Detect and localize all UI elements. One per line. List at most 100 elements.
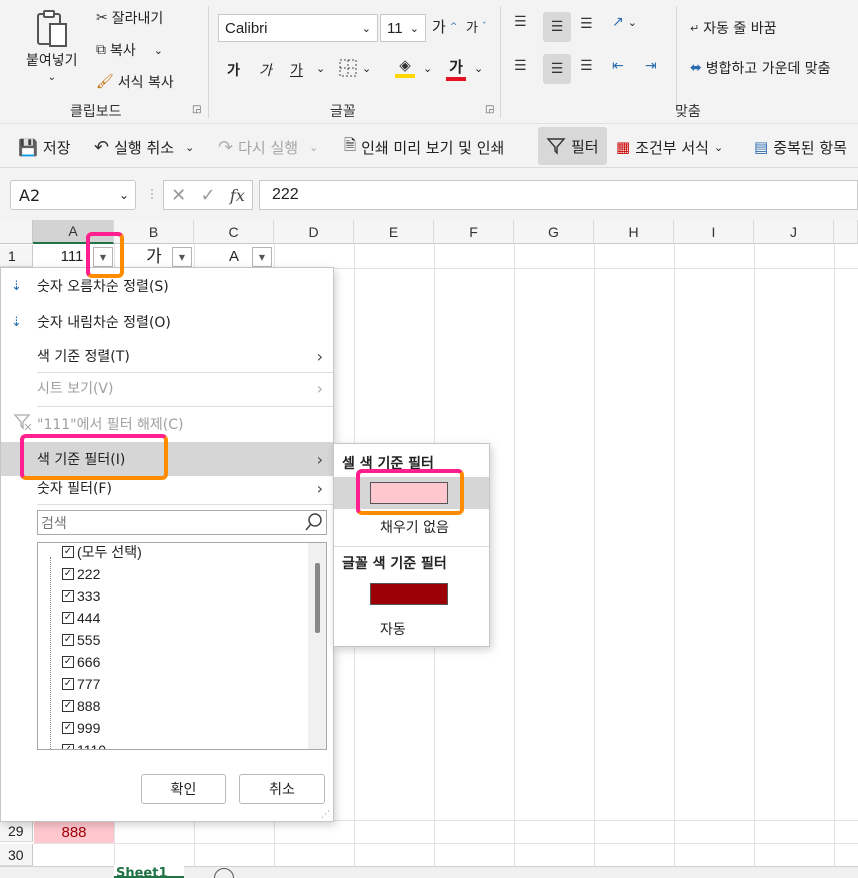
cell-a29[interactable]: 888 [34,821,114,843]
ok-button[interactable]: 확인 [141,774,226,804]
cell-b1[interactable]: 가 [140,243,168,266]
duplicates-button[interactable]: ▤ 중복된 항목 [754,132,847,162]
checkbox[interactable]: ✓ [62,634,74,646]
fill-color-button[interactable]: ◈ [395,56,415,78]
checkbox[interactable]: ✓ [62,744,74,749]
copy-icon: ⧉ [96,42,106,58]
sheet-tab[interactable]: Sheet1 [114,866,184,878]
sort-by-color-item[interactable]: 색 기준 정렬(T) › [1,340,333,372]
resize-grip-icon[interactable]: ⋰ [321,810,330,820]
merge-center-button[interactable]: ⬌ 병합하고 가운데 맞춤 [690,58,831,78]
list-item[interactable]: ✓ 444 [62,607,100,629]
align-center-button[interactable]: ☰ [543,54,571,84]
align-left-button[interactable]: ☰ [514,58,527,74]
font-name-select[interactable]: Calibri ⌄ [218,14,378,42]
select-all-corner[interactable] [0,220,33,244]
align-top-button[interactable]: ☰ [514,14,527,30]
checkbox[interactable]: ✓ [62,590,74,602]
column-header-b[interactable]: B [114,220,194,244]
chevron-down-icon[interactable]: ⌄ [154,44,163,57]
insert-function-icon[interactable]: fx [230,186,245,205]
scrollbar-thumb[interactable] [315,563,320,633]
checkbox[interactable]: ✓ [62,656,74,668]
list-item[interactable]: ✓ 777 [62,673,100,695]
column-header-c[interactable]: C [194,220,274,244]
chevron-down-icon[interactable]: ⌄ [185,141,194,154]
chevron-down-icon: ⌄ [409,22,419,35]
row-header-1[interactable]: 1 [0,245,33,267]
formula-input[interactable]: 222 [259,180,858,210]
align-middle-button[interactable]: ☰ [543,12,571,42]
underline-dropdown[interactable]: ⌄ [316,62,325,75]
filter-dropdown-c[interactable]: ▼ [252,247,272,267]
column-header-f[interactable]: F [434,220,514,244]
cancel-icon[interactable]: ✕ [171,185,186,206]
sort-ascending-item[interactable]: ⇣ 숫자 오름차순 정렬(S) [1,270,333,302]
font-color-button[interactable]: 가 [446,56,466,81]
save-button[interactable]: 💾 저장 [18,132,71,162]
column-header-k[interactable] [834,220,858,244]
list-item[interactable]: ✓ 333 [62,585,100,607]
list-scrollbar[interactable] [308,543,326,749]
print-preview-button[interactable]: 🗎 인쇄 미리 보기 및 인쇄 [344,132,504,162]
italic-button[interactable]: 가 [259,60,272,80]
font-color-dropdown[interactable]: ⌄ [474,62,483,75]
list-item[interactable]: ✓ 222 [62,563,100,585]
orientation-button[interactable]: ↗ ⌄ [612,14,637,30]
checkbox[interactable]: ✓ [62,568,74,580]
dialog-launcher-icon[interactable]: ◲ [192,104,201,115]
checkbox[interactable]: ✓ [62,678,74,690]
cell-c1[interactable]: A [218,245,250,267]
column-header-d[interactable]: D [274,220,354,244]
list-item[interactable]: ✓ 888 [62,695,100,717]
checkbox[interactable]: ✓ [62,612,74,624]
align-bottom-button[interactable]: ☰ [580,16,593,32]
format-painter-button[interactable]: 🖌 서식 복사 [96,72,174,92]
decrease-font-button[interactable]: 가ˇ [466,17,486,36]
fill-color-dropdown[interactable]: ⌄ [423,62,432,75]
sort-descending-item[interactable]: ⇣ 숫자 내림차순 정렬(O) [1,306,333,338]
align-right-button[interactable]: ☰ [580,58,593,74]
cancel-button[interactable]: 취소 [239,774,325,804]
wrap-text-button[interactable]: ↵ 자동 줄 바꿈 [690,18,777,38]
copy-button[interactable]: ⧉ 복사 ⌄ [96,40,163,60]
list-item[interactable]: ✓ 1110 [62,739,106,749]
name-box[interactable]: A2 ⌄ [10,180,136,210]
no-fill-option[interactable]: 채우기 없음 [380,517,449,537]
column-header-j[interactable]: J [754,220,834,244]
redo-button[interactable]: ↷ 다시 실행 ⌄ [218,132,318,162]
increase-indent-button[interactable]: ⇥ [645,58,657,74]
list-item[interactable]: ✓ 999 [62,717,100,739]
cut-label: 잘라내기 [111,11,164,27]
search-input[interactable]: 검색 [37,510,327,535]
checkbox[interactable]: ✓ [62,722,74,734]
bold-button[interactable]: 가 [227,60,240,80]
conditional-format-button[interactable]: ▦ 조건부 서식 ⌄ [616,132,723,162]
check-icon[interactable]: ✓ [201,185,216,206]
row-header-30[interactable]: 30 [0,844,33,866]
increase-font-button[interactable]: 가 ^ [432,16,457,37]
list-item-select-all[interactable]: ✓ (모두 선택) [62,543,142,563]
automatic-option[interactable]: 자동 [380,619,406,639]
borders-button[interactable]: ⌄ [338,58,371,78]
font-size-select[interactable]: 11 ⌄ [380,14,426,42]
checkbox[interactable]: ✓ [62,700,74,712]
paste-button[interactable]: 붙여넣기 ⌄ [26,8,78,83]
clear-filter-icon [13,412,33,436]
filter-dropdown-b[interactable]: ▼ [172,247,192,267]
list-item[interactable]: ✓ 666 [62,651,100,673]
filter-button[interactable]: 필터 [538,127,607,165]
list-item[interactable]: ✓ 555 [62,629,100,651]
row-header-29[interactable]: 29 [0,820,33,842]
font-color-swatch[interactable] [370,583,448,605]
column-header-e[interactable]: E [354,220,434,244]
dialog-launcher-icon[interactable]: ◲ [485,104,494,115]
underline-button[interactable]: 가 [290,60,303,80]
column-header-h[interactable]: H [594,220,674,244]
decrease-indent-button[interactable]: ⇤ [612,58,624,74]
column-header-g[interactable]: G [514,220,594,244]
column-header-i[interactable]: I [674,220,754,244]
checkbox[interactable]: ✓ [62,546,74,558]
undo-button[interactable]: ↶ 실행 취소 ⌄ [94,132,194,162]
cut-button[interactable]: ✂ 잘라내기 [96,8,163,28]
